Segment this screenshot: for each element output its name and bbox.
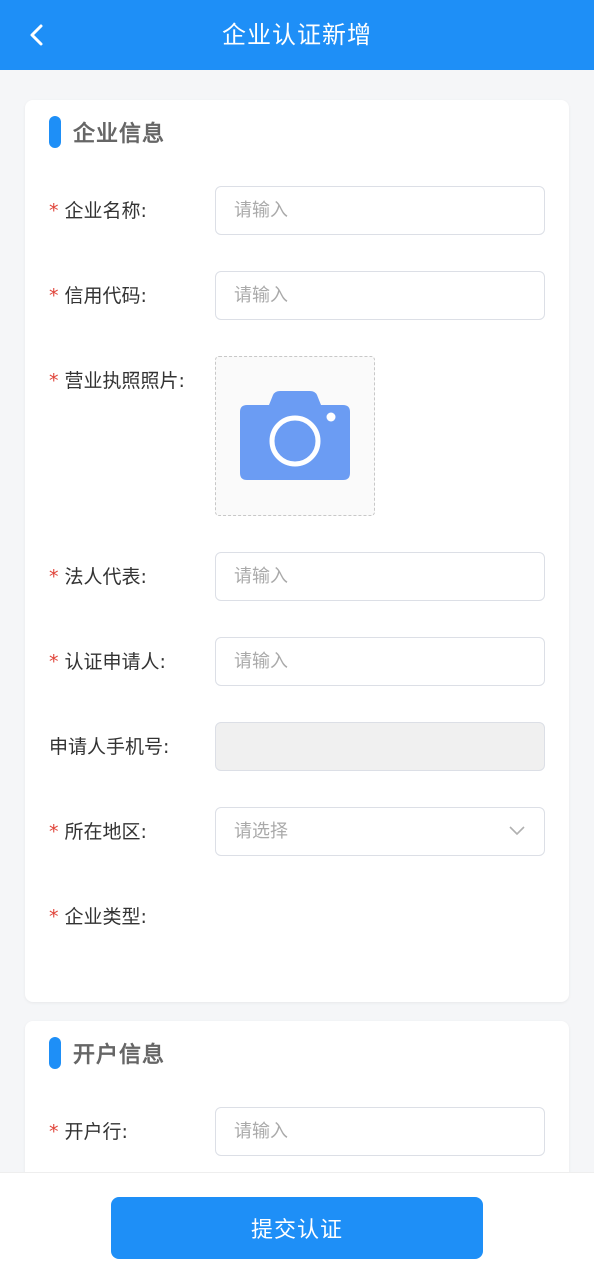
region-select[interactable]: 请选择 — [215, 807, 545, 856]
required-mark: * — [49, 370, 59, 392]
section-accent-bar — [49, 116, 61, 148]
company-type-label: * 企业类型: — [49, 906, 147, 928]
required-mark: * — [49, 821, 59, 843]
account-info-card: 开户信息 * 开户行: — [25, 1021, 569, 1191]
credit-code-label: * 信用代码: — [49, 285, 147, 307]
applicant-phone-input — [216, 723, 544, 770]
bank-field[interactable] — [215, 1107, 545, 1156]
license-photo-label: * 营业执照照片: — [49, 370, 185, 392]
credit-code-input[interactable] — [216, 272, 544, 319]
applicant-field[interactable] — [215, 637, 545, 686]
app-header: 企业认证新增 — [0, 0, 594, 70]
section-title-company-info: 企业信息 — [73, 122, 166, 147]
required-mark: * — [49, 566, 59, 588]
company-info-card: 企业信息 *企业名称: *信用代码: *营业执照照片: — [25, 100, 569, 1002]
legal-rep-field[interactable] — [215, 552, 545, 601]
bank-label: * 开户行: — [49, 1121, 128, 1143]
credit-code-field[interactable] — [215, 271, 545, 320]
page-title: 企业认证新增 — [222, 21, 372, 49]
section-header: 开户信息 — [49, 1037, 165, 1069]
applicant-label: * 认证申请人: — [49, 651, 166, 673]
required-mark: * — [49, 285, 59, 307]
region-label: * 所在地区: — [49, 821, 147, 843]
section-accent-bar — [49, 1037, 61, 1069]
section-header: 企业信息 — [49, 116, 165, 148]
applicant-phone-field — [215, 722, 545, 771]
bottom-action-bar: 提交认证 — [0, 1172, 594, 1281]
form-row-license-photo: * 营业执照照片: — [49, 356, 545, 518]
license-photo-upload[interactable] — [215, 356, 375, 516]
region-select-placeholder: 请选择 — [234, 821, 288, 842]
company-name-label: * 企业名称: — [49, 200, 147, 222]
required-mark: * — [49, 200, 59, 222]
bank-input[interactable] — [216, 1108, 544, 1155]
company-name-field[interactable] — [215, 186, 545, 235]
applicant-phone-label: 申请人手机号: — [49, 736, 170, 758]
legal-rep-label: * 法人代表: — [49, 566, 147, 588]
chevron-down-icon — [509, 826, 525, 836]
required-mark: * — [49, 1121, 59, 1143]
required-mark: * — [49, 906, 59, 928]
camera-icon — [240, 391, 350, 480]
applicant-input[interactable] — [216, 638, 544, 685]
legal-rep-input[interactable] — [216, 553, 544, 600]
submit-button[interactable]: 提交认证 — [111, 1197, 483, 1259]
company-name-input[interactable] — [216, 187, 544, 234]
section-title-account-info: 开户信息 — [73, 1043, 166, 1068]
required-mark: * — [49, 651, 59, 673]
